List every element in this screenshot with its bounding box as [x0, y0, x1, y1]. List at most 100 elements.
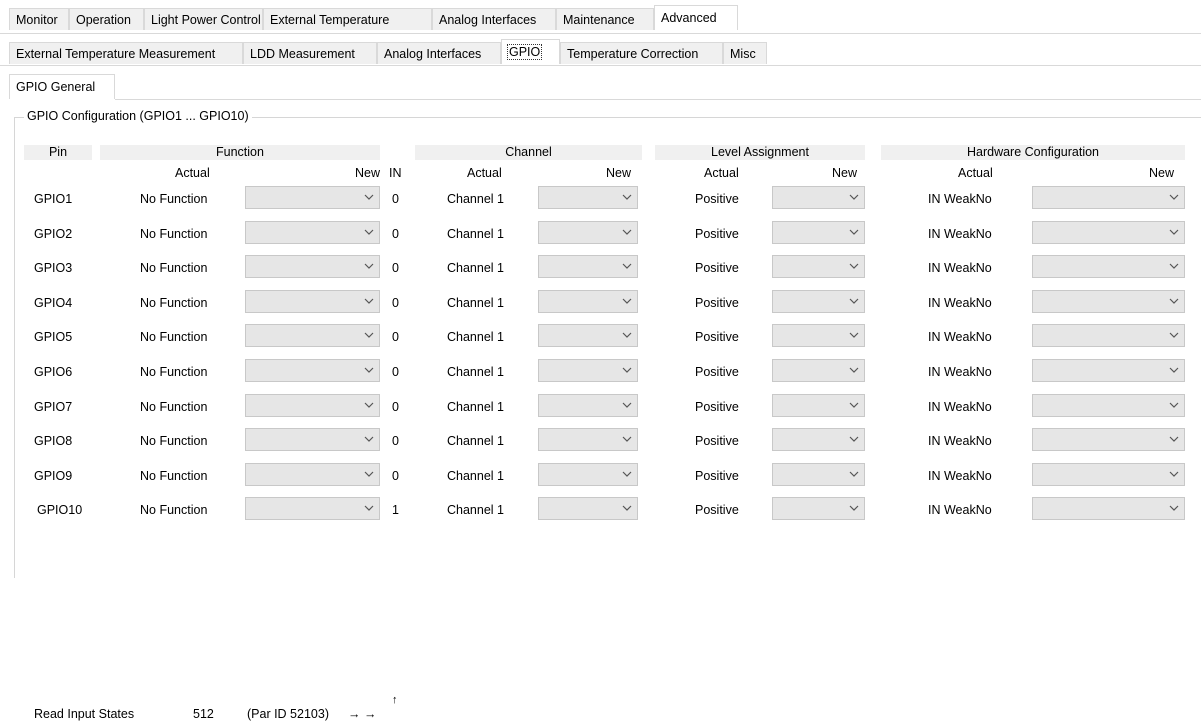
hardware-new-select[interactable] — [1032, 497, 1185, 520]
channel-new-select[interactable] — [538, 290, 638, 313]
level-new-select[interactable] — [772, 324, 865, 347]
tab-divider — [0, 65, 1201, 66]
channel-actual: Channel 1 — [447, 330, 504, 344]
hardware-new-select[interactable] — [1032, 359, 1185, 382]
chevron-down-icon — [621, 364, 633, 376]
tab-temperature-correction[interactable]: Temperature Correction — [560, 42, 723, 64]
level-new-select[interactable] — [772, 186, 865, 209]
level-new-select[interactable] — [772, 428, 865, 451]
tab-label: Analog Interfaces — [384, 47, 482, 61]
level-actual: Positive — [695, 296, 739, 310]
hardware-new-select[interactable] — [1032, 290, 1185, 313]
header-function: Function — [100, 145, 380, 160]
function-actual: No Function — [140, 434, 208, 448]
hardware-actual: IN WeakNo — [928, 400, 992, 414]
function-new-select[interactable] — [245, 186, 380, 209]
tab-advanced[interactable]: Advanced — [654, 5, 738, 30]
hardware-new-select[interactable] — [1032, 463, 1185, 486]
level-new-select[interactable] — [772, 255, 865, 278]
pin-label: GPIO3 — [34, 261, 73, 275]
channel-new-select[interactable] — [538, 186, 638, 209]
hardware-new-select[interactable] — [1032, 428, 1185, 451]
channel-new-select[interactable] — [538, 497, 638, 520]
group-title: GPIO Configuration (GPIO1 ... GPIO10) — [24, 109, 252, 123]
subheader-level-actual: Actual — [704, 166, 739, 180]
function-new-select[interactable] — [245, 394, 380, 417]
chevron-down-icon — [1168, 329, 1180, 341]
input-state-value: 0 — [392, 365, 399, 379]
chevron-down-icon — [621, 502, 633, 514]
tab-ldd-measurement[interactable]: LDD Measurement — [243, 42, 377, 64]
function-new-select[interactable] — [245, 290, 380, 313]
channel-new-select[interactable] — [538, 359, 638, 382]
function-new-select[interactable] — [245, 324, 380, 347]
chevron-down-icon — [1168, 260, 1180, 272]
input-state-value: 0 — [392, 227, 399, 241]
input-state-value: 1 — [392, 503, 399, 517]
function-new-select[interactable] — [245, 428, 380, 451]
chevron-down-icon — [1168, 364, 1180, 376]
header-level-assignment: Level Assignment — [655, 145, 865, 160]
channel-new-select[interactable] — [538, 428, 638, 451]
chevron-down-icon — [621, 433, 633, 445]
tab-monitor[interactable]: Monitor — [9, 8, 69, 30]
hardware-actual: IN WeakNo — [928, 261, 992, 275]
tab-label: Maintenance — [563, 13, 635, 27]
function-new-select[interactable] — [245, 497, 380, 520]
level-new-select[interactable] — [772, 463, 865, 486]
chevron-down-icon — [363, 226, 375, 238]
chevron-down-icon — [363, 364, 375, 376]
chevron-down-icon — [363, 502, 375, 514]
level-actual: Positive — [695, 503, 739, 517]
function-new-select[interactable] — [245, 255, 380, 278]
tab-gpio-general[interactable]: GPIO General — [9, 74, 115, 99]
channel-actual: Channel 1 — [447, 434, 504, 448]
tab-external-temperature-measurement[interactable]: External Temperature Measurement — [9, 42, 243, 64]
hardware-actual: IN WeakNo — [928, 469, 992, 483]
tab-gpio[interactable]: GPIO — [501, 39, 560, 64]
channel-new-select[interactable] — [538, 255, 638, 278]
channel-new-select[interactable] — [538, 324, 638, 347]
channel-new-select[interactable] — [538, 394, 638, 417]
hardware-actual: IN WeakNo — [928, 330, 992, 344]
hardware-new-select[interactable] — [1032, 186, 1185, 209]
hardware-new-select[interactable] — [1032, 255, 1185, 278]
level-new-select[interactable] — [772, 394, 865, 417]
tab-operation[interactable]: Operation — [69, 8, 144, 30]
chevron-down-icon — [1168, 502, 1180, 514]
hardware-actual: IN WeakNo — [928, 296, 992, 310]
tab-label: External Temperature — [270, 13, 390, 27]
level-actual: Positive — [695, 261, 739, 275]
tab-misc[interactable]: Misc — [723, 42, 767, 64]
level-new-select[interactable] — [772, 221, 865, 244]
level-new-select[interactable] — [772, 359, 865, 382]
level-new-select[interactable] — [772, 497, 865, 520]
level-actual: Positive — [695, 330, 739, 344]
subheader-channel-actual: Actual — [467, 166, 502, 180]
input-state-value: 0 — [392, 469, 399, 483]
tab-maintenance[interactable]: Maintenance — [556, 8, 654, 30]
subheader-channel-new: New — [606, 166, 632, 180]
subheader-hardware-new: New — [1149, 166, 1175, 180]
tab-external-temperature[interactable]: External Temperature — [263, 8, 432, 30]
tab-label: Operation — [76, 13, 131, 27]
tab-analog-interfaces-sub[interactable]: Analog Interfaces — [377, 42, 501, 64]
function-new-select[interactable] — [245, 463, 380, 486]
tab-analog-interfaces[interactable]: Analog Interfaces — [432, 8, 556, 30]
tab-light-power-control[interactable]: Light Power Control — [144, 8, 263, 30]
hardware-new-select[interactable] — [1032, 221, 1185, 244]
chevron-down-icon — [848, 329, 860, 341]
tab-label: External Temperature Measurement — [16, 47, 216, 61]
hardware-new-select[interactable] — [1032, 394, 1185, 417]
channel-new-select[interactable] — [538, 221, 638, 244]
input-state-value: 0 — [392, 400, 399, 414]
level-new-select[interactable] — [772, 290, 865, 313]
channel-actual: Channel 1 — [447, 261, 504, 275]
hardware-new-select[interactable] — [1032, 324, 1185, 347]
channel-actual: Channel 1 — [447, 469, 504, 483]
chevron-down-icon — [621, 226, 633, 238]
function-new-select[interactable] — [245, 221, 380, 244]
chevron-down-icon — [621, 329, 633, 341]
channel-new-select[interactable] — [538, 463, 638, 486]
function-new-select[interactable] — [245, 359, 380, 382]
